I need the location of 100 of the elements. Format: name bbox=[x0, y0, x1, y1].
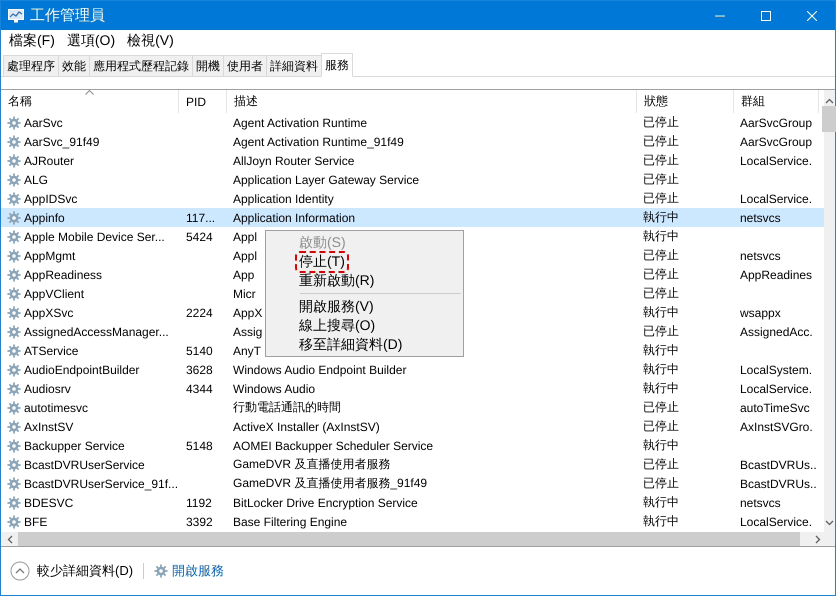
table-cell: autotimesvc bbox=[24, 400, 88, 414]
column-header[interactable]: 群組 bbox=[734, 90, 819, 113]
gear-icon bbox=[7, 324, 21, 338]
context-menu-item[interactable]: 重新啟動(R) bbox=[297, 272, 376, 290]
gear-icon bbox=[7, 268, 21, 282]
table-cell: 已停止 bbox=[643, 323, 679, 340]
table-cell: Windows Audio bbox=[233, 382, 316, 396]
tab[interactable]: 使用者 bbox=[223, 55, 267, 76]
menu-item[interactable]: 檢視(V) bbox=[121, 32, 180, 50]
table-cell: 已停止 bbox=[643, 152, 679, 169]
table-cell: 已停止 bbox=[643, 266, 679, 283]
table-cell: Appl bbox=[233, 230, 258, 244]
table-cell: LocalSystem. bbox=[740, 362, 812, 376]
fewer-details-button[interactable]: 較少詳細資料(D) bbox=[10, 561, 134, 581]
table-cell: AppVClient bbox=[24, 286, 84, 300]
table-cell: 5140 bbox=[186, 344, 213, 358]
table-cell: wsappx bbox=[740, 306, 781, 320]
column-header[interactable]: 狀態 bbox=[637, 90, 734, 113]
table-cell: Appl bbox=[233, 248, 258, 262]
context-menu-item[interactable]: 移至詳細資料(D) bbox=[297, 336, 404, 354]
scroll-left-icon[interactable] bbox=[6, 534, 12, 544]
table-cell: 已停止 bbox=[643, 133, 679, 150]
table-cell: 執行中 bbox=[643, 209, 679, 226]
gear-icon bbox=[7, 286, 21, 300]
table-cell: AppIDSvc bbox=[24, 192, 78, 206]
context-menu-item[interactable]: 開啟服務(V) bbox=[297, 298, 376, 316]
gear-icon bbox=[7, 458, 21, 472]
gear-icon bbox=[7, 382, 21, 396]
table-cell: 已停止 bbox=[643, 418, 679, 435]
table-cell: autoTimeSvc bbox=[740, 400, 810, 414]
table-cell: BcastDVRUs.. bbox=[740, 458, 817, 472]
table-cell: Micr bbox=[233, 286, 256, 300]
table-cell: 執行中 bbox=[643, 437, 679, 454]
gear-icon bbox=[154, 564, 168, 578]
table-cell: 行動電話通訊的時間 bbox=[233, 399, 341, 416]
tab[interactable]: 開機 bbox=[192, 55, 224, 76]
column-header[interactable]: 描述 bbox=[227, 90, 637, 113]
gear-icon bbox=[7, 230, 21, 244]
table-cell: Audiosrv bbox=[24, 382, 71, 396]
tab[interactable]: 效能 bbox=[58, 55, 90, 76]
table-cell: netsvcs bbox=[740, 248, 781, 262]
table-cell: BcastDVRUserService_91f... bbox=[24, 476, 178, 490]
table-cell: BcastDVRUs.. bbox=[740, 476, 817, 490]
gear-icon bbox=[7, 192, 21, 206]
table-cell: 執行中 bbox=[643, 228, 679, 245]
table-cell: Windows Audio Endpoint Builder bbox=[233, 362, 406, 376]
gear-icon bbox=[7, 438, 21, 452]
table-cell: 執行中 bbox=[643, 342, 679, 359]
scroll-up-icon[interactable] bbox=[825, 98, 834, 104]
table-cell: BitLocker Drive Encryption Service bbox=[233, 496, 418, 510]
table-cell: LocalService. bbox=[740, 192, 812, 206]
tab[interactable]: 服務 bbox=[321, 53, 353, 77]
selected-row[interactable]: Appinfo 117... Application Information 執行中 netsvcs bbox=[1, 208, 824, 227]
table-cell: 1192 bbox=[186, 496, 212, 510]
column-header[interactable]: PID bbox=[179, 90, 227, 113]
tab[interactable]: 處理程序 bbox=[3, 55, 59, 76]
table-cell: Apple Mobile Device Ser... bbox=[24, 230, 165, 244]
menu-item[interactable]: 選項(O) bbox=[60, 32, 122, 50]
table-cell: ActiveX Installer (AxInstSV) bbox=[233, 420, 380, 434]
table-cell: GameDVR 及直播使用者服務 bbox=[233, 456, 390, 473]
table-cell: Agent Activation Runtime_91f49 bbox=[233, 134, 404, 148]
table-cell: 已停止 bbox=[643, 399, 679, 416]
table-cell: Backupper Service bbox=[24, 438, 125, 452]
table-cell: AnyT bbox=[233, 344, 262, 358]
context-menu-item[interactable]: 線上搜尋(O) bbox=[297, 316, 378, 334]
column-header[interactable]: 名稱 bbox=[1, 90, 179, 113]
vertical-scrollbar[interactable] bbox=[824, 90, 835, 532]
scroll-right-icon[interactable] bbox=[814, 534, 820, 544]
table-cell: 3628 bbox=[186, 362, 213, 376]
table-cell: AppXSvc bbox=[24, 306, 74, 320]
table-cell: LocalService. bbox=[740, 514, 812, 528]
tab[interactable]: 詳細資料 bbox=[266, 55, 322, 76]
gear-icon bbox=[7, 134, 21, 148]
gear-icon bbox=[7, 362, 21, 376]
open-services-link[interactable]: 開啟服務 bbox=[154, 562, 224, 580]
table-cell: netsvcs bbox=[740, 210, 781, 224]
table-cell: ALG bbox=[24, 172, 48, 186]
table-cell: 執行中 bbox=[643, 380, 679, 397]
table-cell: 117... bbox=[186, 210, 216, 224]
gear-icon bbox=[7, 400, 21, 414]
table-cell: 已停止 bbox=[643, 456, 679, 473]
table-cell: Application Identity bbox=[233, 192, 334, 206]
tab[interactable]: 應用程式歷程記錄 bbox=[89, 55, 193, 76]
table-cell: LocalService. bbox=[740, 382, 812, 396]
table-cell: LocalService. bbox=[740, 154, 812, 168]
gear-icon bbox=[7, 154, 21, 168]
window-title: 工作管理員 bbox=[30, 6, 106, 25]
table-cell: Assig bbox=[233, 324, 262, 338]
scrollbar-thumb[interactable] bbox=[822, 106, 836, 132]
table-cell: Appinfo bbox=[24, 210, 65, 224]
scroll-down-icon[interactable] bbox=[825, 520, 834, 526]
table-cell: 執行中 bbox=[643, 513, 679, 530]
table-cell: ATService bbox=[24, 344, 78, 358]
menu-item[interactable]: 檔案(F) bbox=[3, 32, 61, 50]
table-cell: AllJoyn Router Service bbox=[233, 154, 354, 168]
table-cell: 5424 bbox=[186, 230, 213, 244]
table-cell: AppX bbox=[233, 306, 262, 320]
maximize-icon bbox=[761, 10, 771, 20]
horizontal-scrollbar[interactable] bbox=[1, 532, 835, 547]
context-menu-item[interactable]: 停止(T) bbox=[297, 252, 347, 270]
